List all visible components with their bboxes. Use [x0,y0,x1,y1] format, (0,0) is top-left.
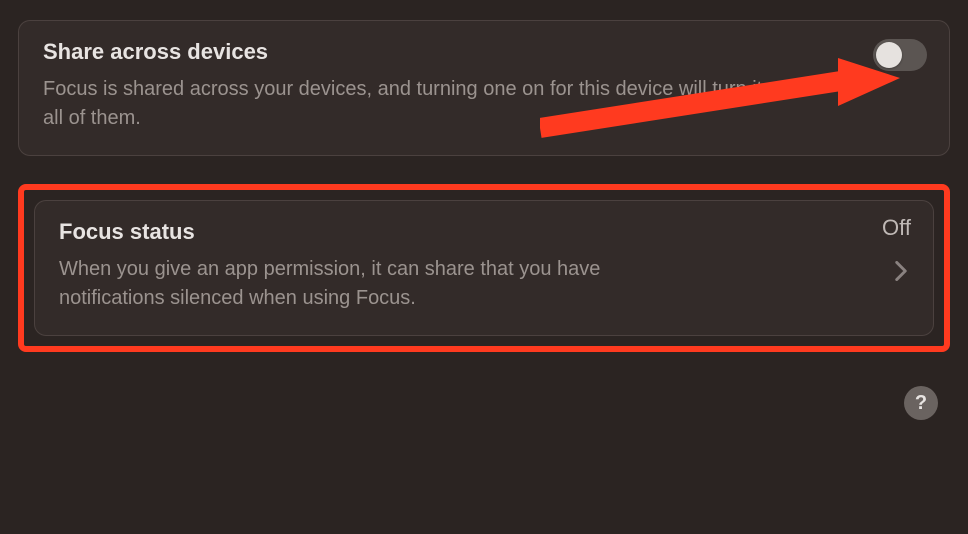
focus-status-value: Off [882,215,911,241]
focus-status-title: Focus status [59,219,909,245]
toggle-knob-icon [876,42,902,68]
focus-status-row[interactable]: Focus status When you give an app permis… [34,200,934,336]
focus-status-value-group: Off [882,215,911,241]
share-across-devices-panel: Share across devices Focus is shared acr… [18,20,950,156]
share-toggle[interactable] [873,39,927,71]
help-button[interactable]: ? [904,386,938,420]
share-panel-description: Focus is shared across your devices, and… [43,75,843,133]
focus-status-highlight: Focus status When you give an app permis… [18,184,950,352]
chevron-right-icon [895,261,907,281]
help-icon: ? [915,392,927,415]
share-panel-title: Share across devices [43,39,925,65]
focus-status-description: When you give an app permission, it can … [59,255,699,313]
